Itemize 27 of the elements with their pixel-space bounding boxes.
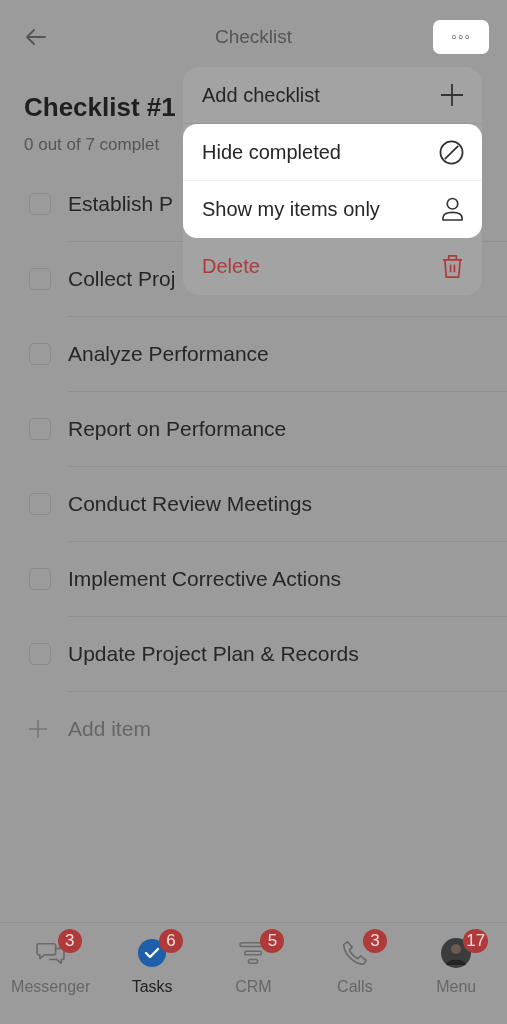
item-text: Establish P xyxy=(68,192,174,216)
menu-item[interactable]: Show my items only xyxy=(183,181,482,238)
person-icon xyxy=(441,197,464,222)
trash-icon xyxy=(441,254,464,279)
progress-text: 0 out of 7 complet xyxy=(24,135,160,155)
item-text: Update Project Plan & Records xyxy=(68,642,359,666)
forbidden-icon xyxy=(439,139,464,165)
checklist-title: Checklist #1 xyxy=(24,92,176,123)
item-text: Report on Performance xyxy=(68,417,287,441)
badge: 3 xyxy=(57,929,82,953)
check-circle-icon xyxy=(137,938,168,968)
item-text: Conduct Review Meetings xyxy=(68,492,312,516)
item-text: Analyze Performance xyxy=(68,342,269,366)
badge: 5 xyxy=(260,929,285,953)
more-button[interactable]: ◦◦◦ xyxy=(433,20,489,54)
badge: 17 xyxy=(463,929,489,953)
menu-item[interactable]: Hide completed xyxy=(183,124,482,181)
plus-icon xyxy=(440,83,464,107)
item-text: Collect Proj xyxy=(68,267,176,291)
badge: 3 xyxy=(362,929,387,953)
item-text: Implement Corrective Actions xyxy=(68,567,342,591)
chat-icon xyxy=(35,940,66,966)
tab[interactable]: 6 Tasks xyxy=(101,923,203,1024)
badge: 6 xyxy=(159,929,184,953)
screen-title: Checklist xyxy=(214,26,293,48)
plus-icon[interactable] xyxy=(28,719,48,739)
phone-icon xyxy=(340,939,369,967)
